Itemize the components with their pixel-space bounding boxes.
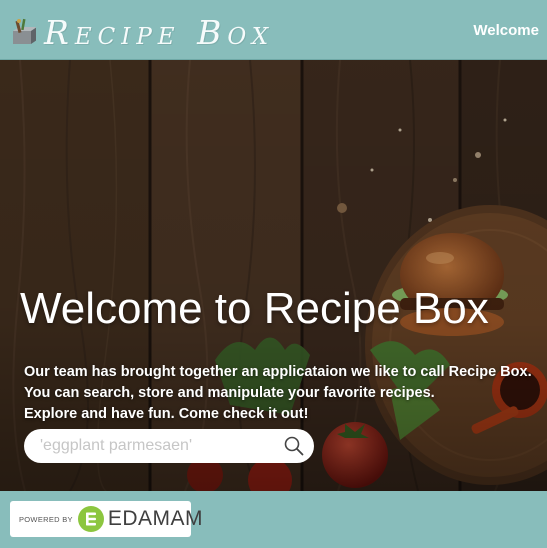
edamam-attribution-link[interactable]: POWERED BY EDAMAM (10, 501, 203, 537)
search-bar (24, 429, 314, 463)
brand-link[interactable]: Recipe Box (10, 12, 274, 52)
hero-description-line: Explore and have fun. Come check it out! (24, 406, 309, 422)
welcome-nav-link[interactable]: Welcome (473, 22, 539, 39)
top-navbar: Recipe Box Welcome (0, 0, 547, 60)
hero-title: Welcome to Recipe Box (20, 284, 489, 333)
hero-background-image (0, 60, 547, 491)
app-title: Recipe Box (44, 12, 275, 52)
footer: POWERED BY EDAMAM (0, 491, 547, 548)
recipe-box-icon (10, 17, 37, 47)
hero-description-line: Our team has brought together an applica… (24, 364, 532, 380)
recipe-search-input[interactable] (40, 429, 270, 463)
edamam-logo-icon (77, 506, 104, 532)
hero-section: Welcome to Recipe Box Our team has broug… (0, 60, 547, 491)
powered-by-label: POWERED BY (19, 514, 73, 524)
recipe-box-page: Recipe Box Welcome Welcome to Recipe Box… (0, 0, 547, 548)
hero-description: Our team has brought together an applica… (24, 362, 532, 425)
hero-description-line: You can search, store and manipulate you… (24, 385, 435, 401)
search-icon[interactable] (282, 434, 306, 458)
edamam-brand-name: EDAMAM (107, 507, 204, 530)
